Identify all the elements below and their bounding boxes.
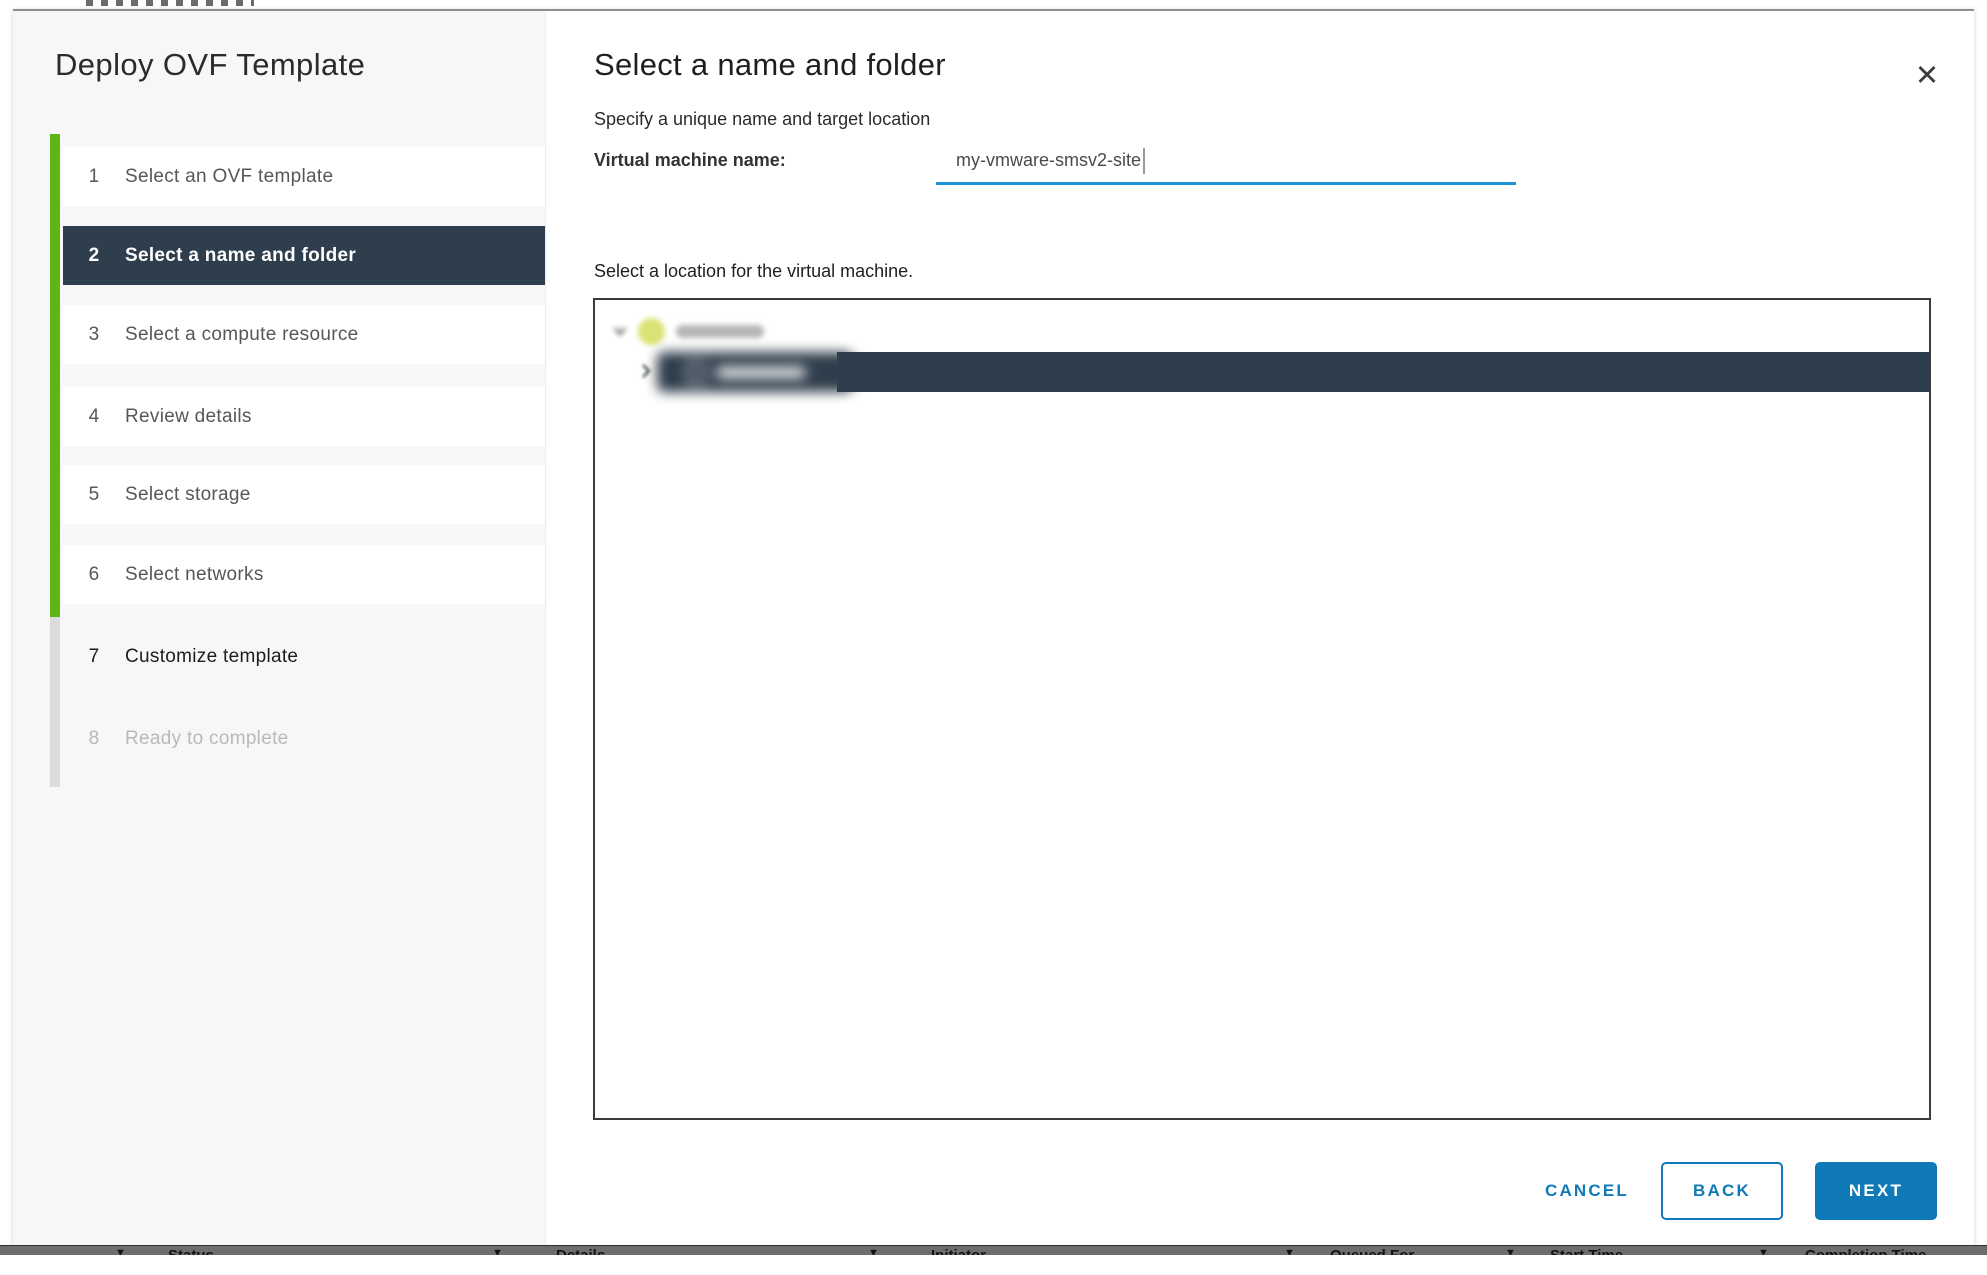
page-subtitle: Specify a unique name and target locatio… — [594, 109, 930, 130]
footer-actions: CANCEL BACK NEXT — [1545, 1162, 1937, 1220]
redacted-folder-name — [716, 367, 806, 378]
sort-caret-icon: ▼ — [1505, 1247, 1516, 1255]
step-number: 6 — [87, 564, 101, 586]
wizard-step-5[interactable]: 5 Select storage — [63, 465, 545, 524]
sort-caret-icon: ▼ — [1284, 1247, 1295, 1255]
wizard-step-8: 8 Ready to complete — [63, 709, 545, 768]
sort-caret-icon: ▼ — [492, 1247, 503, 1255]
task-column-queued-for: Queued For — [1330, 1247, 1414, 1255]
close-button[interactable]: ✕ — [1910, 59, 1944, 93]
step-number: 4 — [87, 406, 101, 428]
step-number: 2 — [87, 245, 101, 267]
step-label: Review details — [125, 406, 252, 428]
step-label: Select a name and folder — [125, 245, 356, 267]
step-number: 3 — [87, 324, 101, 346]
tree-row-folder-selected[interactable] — [595, 350, 1929, 394]
deploy-ovf-dialog: Deploy OVF Template 1 Select an OVF temp… — [13, 9, 1974, 1247]
step-number: 5 — [87, 484, 101, 506]
selected-row-redacted-segment — [657, 352, 853, 392]
vm-name-value: my-vmware-smsv2-site — [956, 150, 1141, 171]
chevron-right-icon[interactable] — [641, 363, 651, 379]
vm-name-label: Virtual machine name: — [594, 150, 786, 171]
tree-row-vcenter[interactable] — [595, 312, 1929, 350]
redacted-vcenter-group — [613, 312, 764, 350]
step-number: 8 — [87, 728, 101, 750]
redacted-vcenter-name — [676, 325, 764, 338]
sort-caret-icon: ▼ — [115, 1247, 126, 1255]
sort-caret-icon: ▼ — [868, 1247, 879, 1255]
wizard-step-6[interactable]: 6 Select networks — [63, 545, 545, 604]
page-title: Select a name and folder — [594, 47, 946, 83]
text-cursor — [1143, 148, 1145, 174]
step-label: Select storage — [125, 484, 251, 506]
task-column-initiator: Initiator — [931, 1247, 986, 1255]
vcenter-icon — [638, 318, 665, 345]
wizard-sidebar: Deploy OVF Template 1 Select an OVF temp… — [13, 11, 546, 1247]
dialog-title: Deploy OVF Template — [55, 47, 365, 83]
step-number: 1 — [87, 166, 101, 188]
vsphere-page: Deploy OVF Template 1 Select an OVF temp… — [0, 0, 1987, 1275]
progress-bar-remaining — [50, 617, 60, 787]
selected-row-highlight — [837, 352, 1929, 392]
next-button[interactable]: NEXT — [1815, 1162, 1937, 1220]
task-column-status: Status — [168, 1247, 214, 1255]
step-label: Select networks — [125, 564, 264, 586]
wizard-step-4[interactable]: 4 Review details — [63, 387, 545, 446]
vm-location-tree — [593, 298, 1931, 1120]
wizard-step-3[interactable]: 3 Select a compute resource — [63, 305, 545, 364]
step-label: Customize template — [125, 646, 298, 668]
close-icon: ✕ — [1915, 60, 1939, 92]
background-tasks-strip: ▼ Status ▼ Details ▼ Initiator ▼ Queued … — [0, 1245, 1987, 1255]
clipped-background-text-top — [86, 0, 254, 6]
cancel-button[interactable]: CANCEL — [1545, 1181, 1629, 1201]
location-label: Select a location for the virtual machin… — [594, 261, 913, 282]
wizard-step-1[interactable]: 1 Select an OVF template — [63, 147, 545, 206]
wizard-step-2[interactable]: 2 Select a name and folder — [63, 226, 545, 285]
progress-bar-completed — [50, 134, 60, 617]
task-column-details: Details — [556, 1247, 605, 1255]
vm-name-input[interactable]: my-vmware-smsv2-site — [936, 139, 1516, 185]
task-column-start-time: Start Time — [1550, 1247, 1623, 1255]
task-column-completion-time: Completion Time — [1805, 1247, 1926, 1255]
step-label: Ready to complete — [125, 728, 289, 750]
chevron-down-icon[interactable] — [613, 326, 627, 336]
step-number: 7 — [87, 646, 101, 668]
back-button[interactable]: BACK — [1661, 1162, 1783, 1220]
wizard-step-7[interactable]: 7 Customize template — [63, 627, 545, 686]
vm-folder-icon — [687, 362, 705, 383]
wizard-content: ✕ Select a name and folder Specify a uni… — [546, 11, 1974, 1247]
step-label: Select an OVF template — [125, 166, 333, 188]
step-label: Select a compute resource — [125, 324, 359, 346]
sort-caret-icon: ▼ — [1758, 1247, 1769, 1255]
